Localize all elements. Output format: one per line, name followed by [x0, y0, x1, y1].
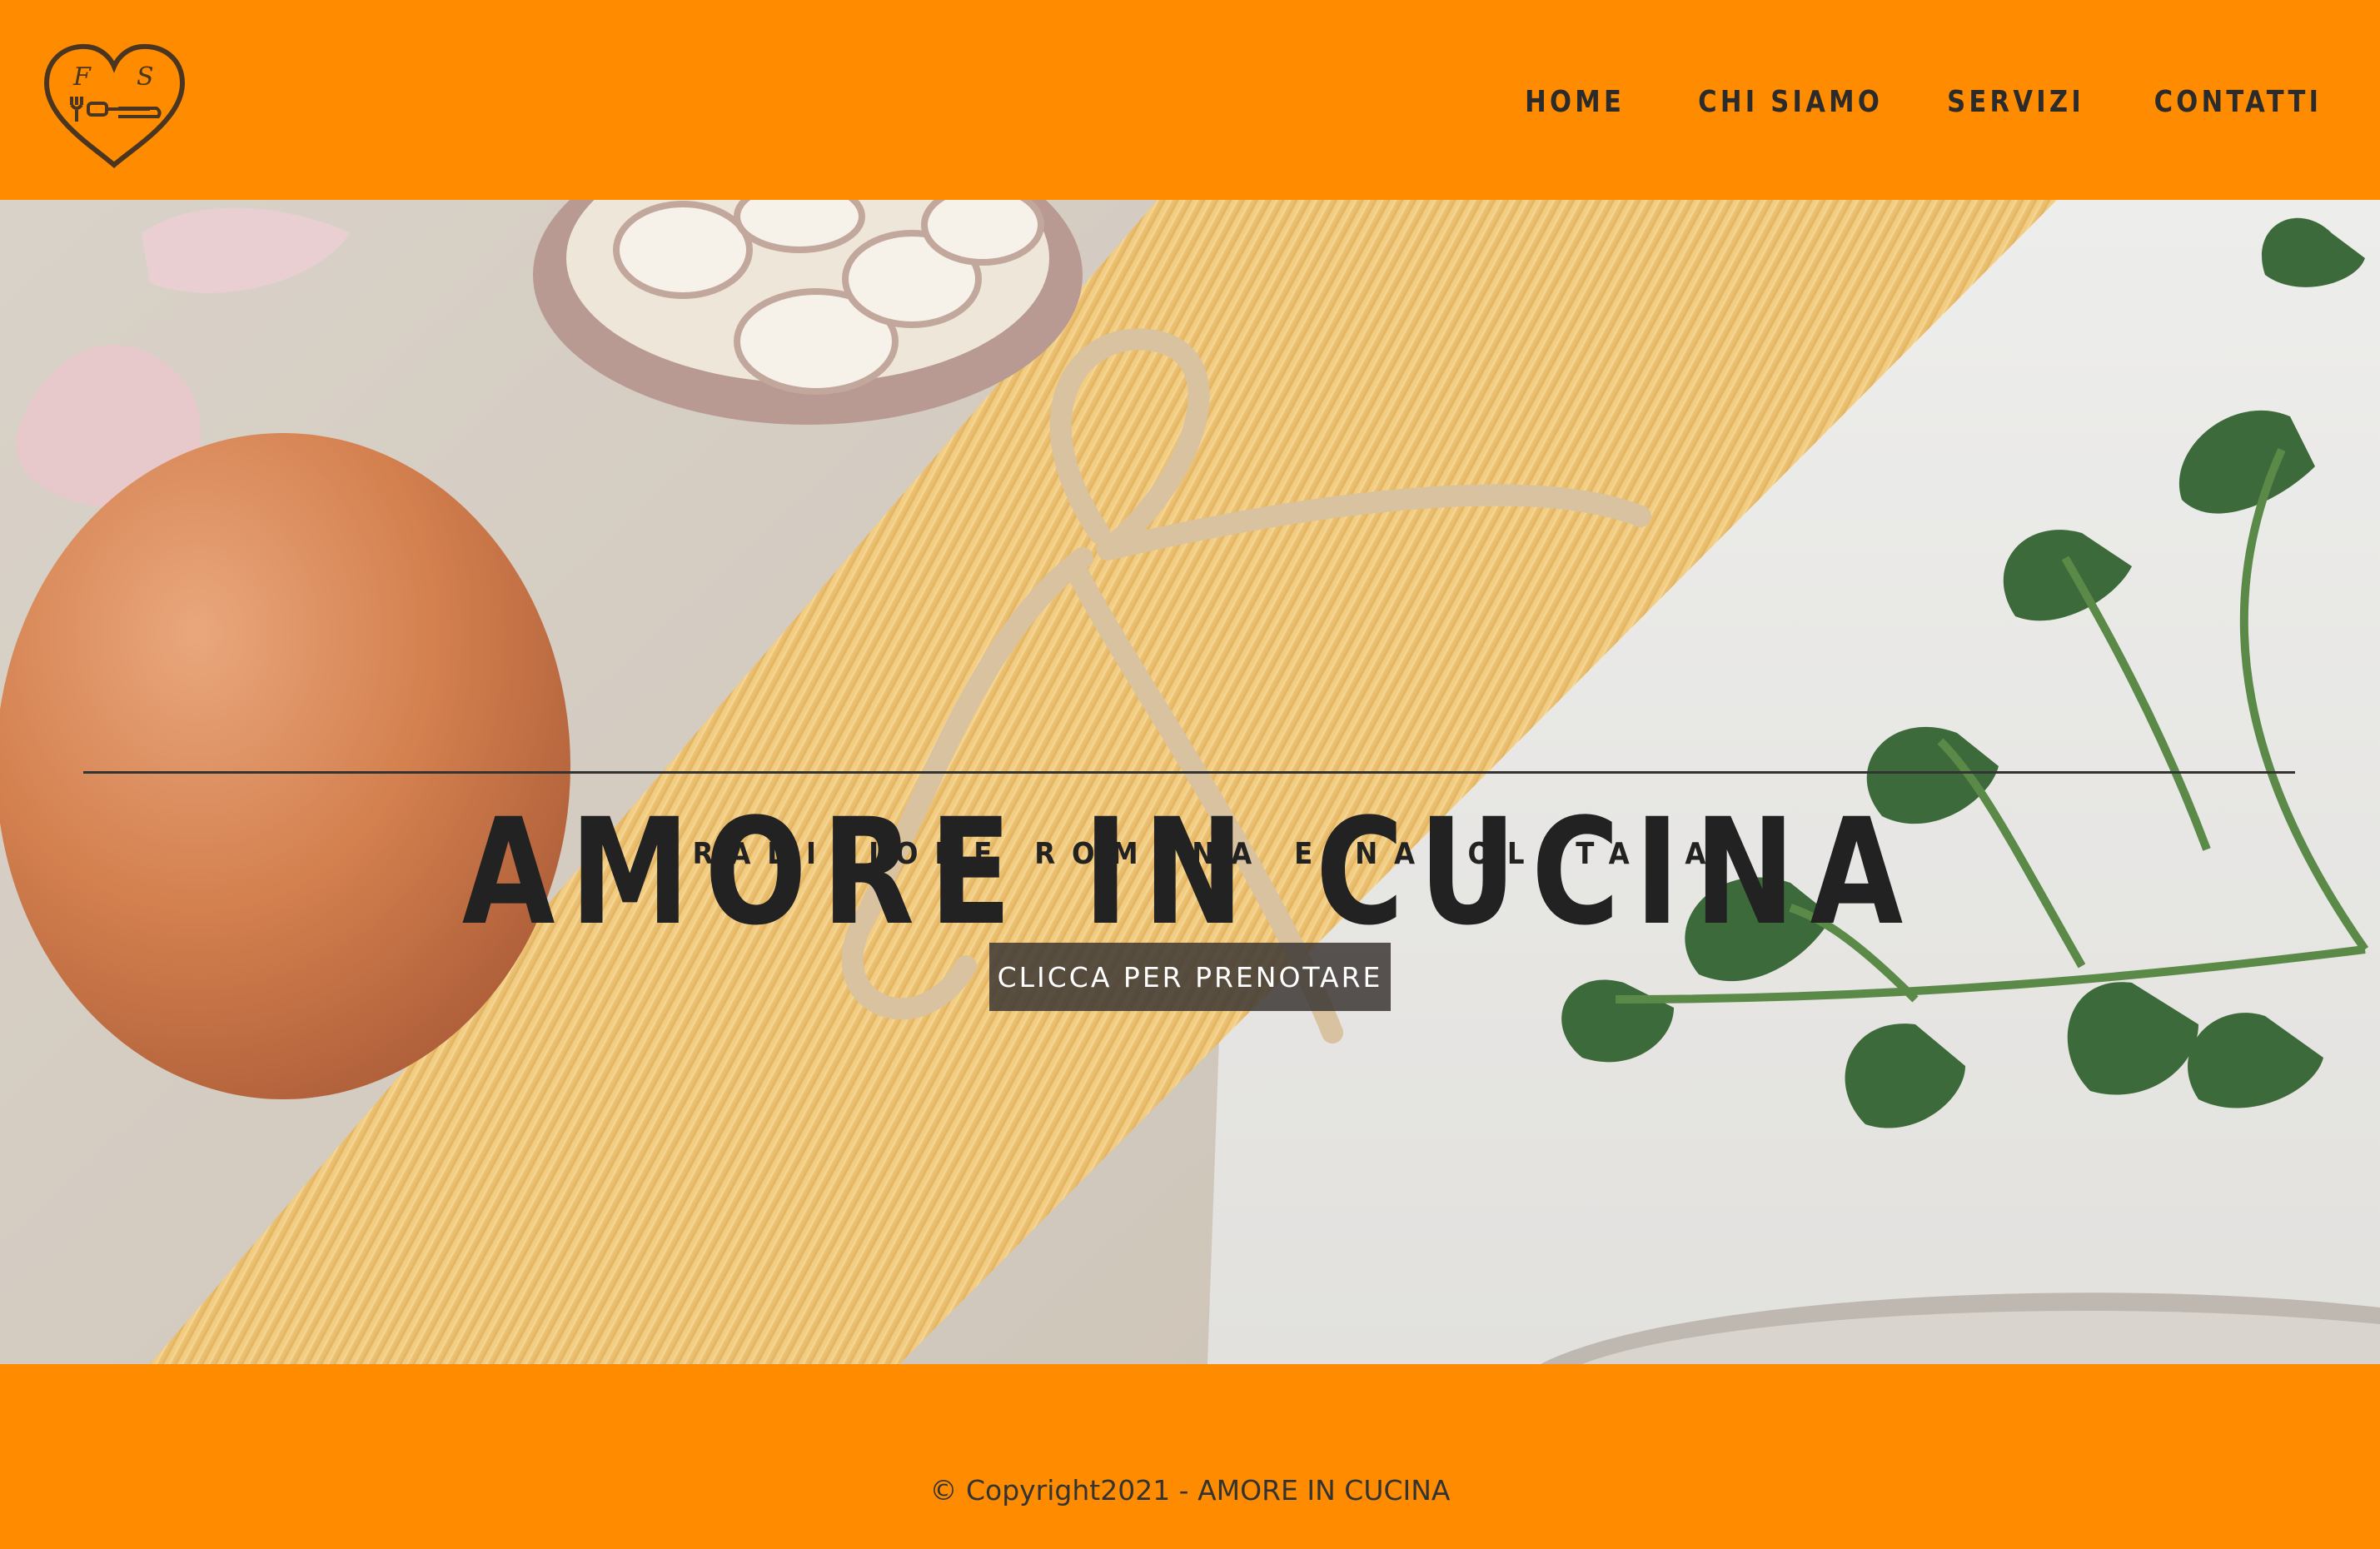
hero-background-image [0, 200, 2380, 1364]
copyright-text: © Copyright2021 - AMORE IN CUCINA [929, 1474, 1451, 1507]
site-header: F S HOME CHI SIAMO SERVIZI CONTATTI [0, 0, 2380, 200]
book-now-button[interactable]: CLICCA PER PRENOTARE [989, 943, 1391, 1011]
heart-logo-icon[interactable]: F S [42, 42, 187, 171]
logo-initial-s: S [137, 62, 154, 92]
site-footer: © Copyright2021 - AMORE IN CUCINA [0, 1364, 2380, 1549]
hero-divider [83, 771, 2295, 774]
hero-section: AMORE IN CUCINA TRADIZIONE ROMANA E NAPO… [0, 200, 2380, 1364]
nav-home-link[interactable]: HOME [1526, 85, 1626, 119]
main-nav: HOME CHI SIAMO SERVIZI CONTATTI [1507, 85, 2322, 119]
hero-subtitle: TRADIZIONE ROMANA E NAPOLETANA [657, 837, 1723, 871]
nav-chi-siamo-link[interactable]: CHI SIAMO [1698, 85, 1883, 119]
nav-contatti-link[interactable]: CONTATTI [2153, 85, 2322, 119]
hero-title: AMORE IN CUCINA [461, 787, 1919, 958]
logo-initial-f: F [72, 62, 92, 92]
nav-servizi-link[interactable]: SERVIZI [1947, 85, 2084, 119]
